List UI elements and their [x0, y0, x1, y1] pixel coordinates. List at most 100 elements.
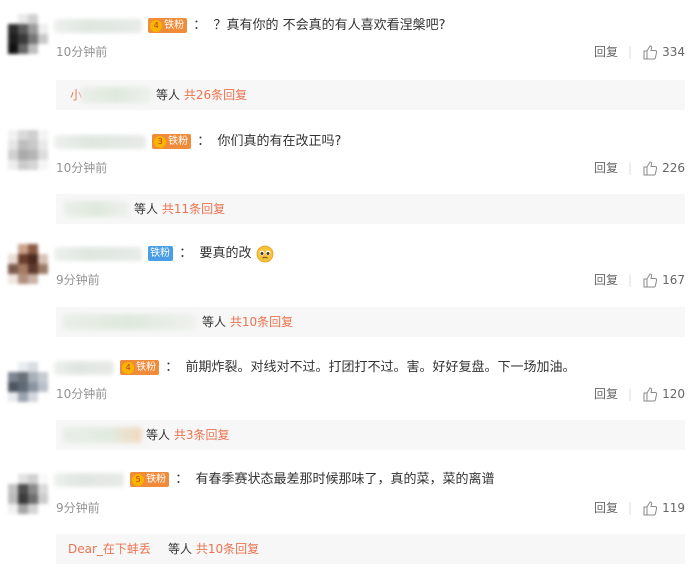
- reply-people: 等人 共10条回复: [168, 542, 260, 556]
- comment-header: 铁粉 ： 要真的改: [54, 244, 274, 264]
- fan-badge[interactable]: 3 铁粉: [152, 134, 192, 149]
- comment-actions: 回复 | 119: [594, 500, 685, 516]
- avatar[interactable]: [8, 14, 48, 54]
- avatar[interactable]: [8, 362, 48, 402]
- reply-people: 等人 共26条回复: [156, 88, 248, 102]
- fan-badge-label: 铁粉: [146, 474, 167, 485]
- reply-button[interactable]: 回复: [594, 500, 618, 516]
- username[interactable]: [54, 360, 114, 375]
- fan-badge[interactable]: 4 铁粉: [148, 18, 188, 33]
- comment-item: 3 铁粉 ： 你们真的有在改正吗? 10分钟前 回复 | 226 等人 共11条…: [0, 122, 693, 236]
- reply-count-link[interactable]: 共10条回复: [196, 542, 259, 556]
- username[interactable]: [54, 472, 124, 487]
- reply-count-link[interactable]: 共26条回复: [184, 88, 247, 102]
- fan-badge-label: 铁粉: [136, 362, 157, 373]
- username[interactable]: [54, 246, 142, 261]
- comment-text: 前期炸裂。对线对不过。打团打不过。害。好好复盘。下一场加油。: [185, 360, 576, 375]
- username[interactable]: [54, 18, 142, 33]
- divider: |: [628, 273, 633, 287]
- fan-badge-label: 铁粉: [150, 248, 171, 259]
- comment-text: 你们真的有在改正吗?: [217, 134, 342, 149]
- fan-badge[interactable]: 4 铁粉: [120, 360, 160, 375]
- colon: ：: [179, 246, 193, 261]
- like-button[interactable]: 119: [642, 500, 685, 516]
- thumbs-up-icon: [643, 501, 658, 516]
- reply-summary[interactable]: 等人 共11条回复: [56, 194, 685, 224]
- pleading-face-emoji-icon: [256, 245, 273, 262]
- reply-summary[interactable]: 小 等人 共26条回复: [56, 80, 685, 110]
- avatar[interactable]: [8, 474, 48, 514]
- reply-count-link[interactable]: 共3条回复: [174, 428, 230, 442]
- reply-people: 等人 共10条回复: [202, 315, 294, 329]
- fan-badge-label: 铁粉: [164, 20, 185, 31]
- like-button[interactable]: 167: [642, 272, 685, 288]
- reply-users-blur: [62, 314, 196, 330]
- comment-actions: 回复 | 167: [594, 272, 685, 288]
- reply-summary[interactable]: 等人 共3条回复: [56, 420, 685, 450]
- iron-fan-badge[interactable]: 铁粉: [148, 246, 174, 261]
- fan-level-icon: 4: [122, 361, 135, 374]
- comment-actions: 回复 | 226: [594, 160, 685, 176]
- comment-item: 4 铁粉 ： ？真有你的 不会真的有人喜欢看涅槃吧? 10分钟前 回复 | 33…: [0, 8, 693, 122]
- reply-button[interactable]: 回复: [594, 44, 618, 60]
- fan-level-icon: 4: [150, 19, 163, 32]
- divider: |: [628, 387, 633, 401]
- comment-header: 5 铁粉 ： 有春季赛状态最差那时候那味了，真的菜，菜的离谱: [54, 470, 494, 490]
- colon: ：: [197, 134, 211, 149]
- reply-users-blur: [62, 427, 142, 443]
- like-count: 334: [662, 45, 685, 59]
- like-button[interactable]: 334: [642, 44, 685, 60]
- fan-level-icon: 5: [132, 473, 145, 486]
- colon: ：: [165, 360, 179, 375]
- comment-item: 4 铁粉 ： 前期炸裂。对线对不过。打团打不过。害。好好复盘。下一场加油。 10…: [0, 350, 693, 464]
- comment-time: 10分钟前: [56, 45, 108, 59]
- reply-people: 等人 共11条回复: [134, 202, 226, 216]
- reply-user-prefix[interactable]: Dear_在下蚌丢: [68, 534, 151, 564]
- reply-count-link[interactable]: 共11条回复: [162, 202, 225, 216]
- comment-text: ？真有你的 不会真的有人喜欢看涅槃吧?: [213, 18, 446, 33]
- reply-summary[interactable]: Dear_在下蚌丢 等人 共10条回复: [56, 534, 685, 564]
- fan-level-icon: 3: [154, 135, 167, 148]
- like-count: 226: [662, 161, 685, 175]
- comment-item: 铁粉 ： 要真的改 9分钟前 回复 | 167 等人 共10条回复: [0, 236, 693, 350]
- comment-text: 有春季赛状态最差那时候那味了，真的菜，菜的离谱: [195, 472, 495, 487]
- username[interactable]: [54, 134, 146, 149]
- avatar[interactable]: [8, 244, 48, 284]
- like-button[interactable]: 226: [642, 160, 685, 176]
- fan-badge[interactable]: 5 铁粉: [130, 472, 170, 487]
- comment-text: 要真的改: [199, 246, 252, 261]
- reply-people: 等人 共3条回复: [146, 428, 230, 442]
- comment-header: 4 铁粉 ： 前期炸裂。对线对不过。打团打不过。害。好好复盘。下一场加油。: [54, 358, 575, 378]
- comment-time: 10分钟前: [56, 161, 108, 175]
- thumbs-up-icon: [643, 273, 658, 288]
- like-count: 120: [662, 387, 685, 401]
- comment-time: 10分钟前: [56, 387, 108, 401]
- divider: |: [628, 501, 633, 515]
- reply-summary[interactable]: 等人 共10条回复: [56, 307, 685, 337]
- comment-time: 9分钟前: [56, 501, 100, 515]
- like-count: 167: [662, 273, 685, 287]
- thumbs-up-icon: [643, 161, 658, 176]
- divider: |: [628, 161, 633, 175]
- comment-actions: 回复 | 120: [594, 386, 685, 402]
- reply-button[interactable]: 回复: [594, 386, 618, 402]
- reply-count-link[interactable]: 共10条回复: [230, 315, 293, 329]
- reply-users-blur: [64, 201, 130, 217]
- comment-item: 5 铁粉 ： 有春季赛状态最差那时候那味了，真的菜，菜的离谱 9分钟前 回复 |…: [0, 464, 693, 578]
- like-count: 119: [662, 501, 685, 515]
- colon: ：: [175, 472, 189, 487]
- thumbs-up-icon: [643, 45, 658, 60]
- reply-button[interactable]: 回复: [594, 272, 618, 288]
- comment-header: 4 铁粉 ： ？真有你的 不会真的有人喜欢看涅槃吧?: [54, 16, 445, 36]
- reply-users-blur: [80, 87, 152, 103]
- avatar[interactable]: [8, 130, 48, 170]
- fan-badge-label: 铁粉: [168, 136, 189, 147]
- like-button[interactable]: 120: [642, 386, 685, 402]
- colon: ：: [193, 18, 207, 33]
- comment-time: 9分钟前: [56, 273, 100, 287]
- comment-actions: 回复 | 334: [594, 44, 685, 60]
- reply-button[interactable]: 回复: [594, 160, 618, 176]
- divider: |: [628, 45, 633, 59]
- comment-header: 3 铁粉 ： 你们真的有在改正吗?: [54, 132, 341, 152]
- thumbs-up-icon: [643, 387, 658, 402]
